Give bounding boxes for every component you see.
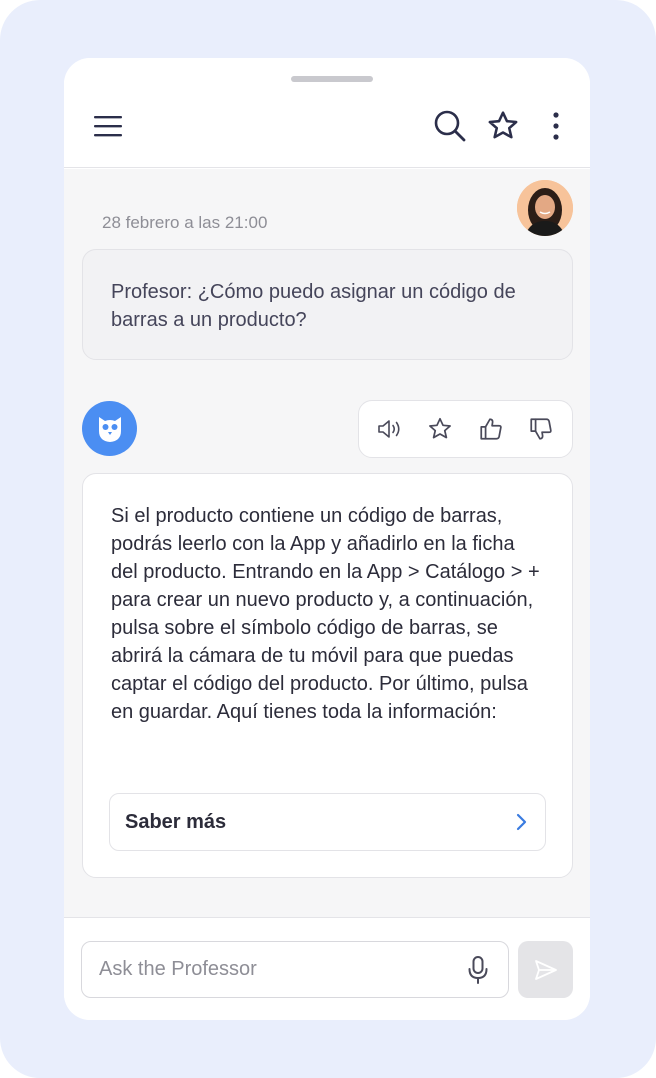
chat-area[interactable]: 28 febrero a las 21:00 Profesor: ¿Cómo p… (64, 169, 590, 917)
chevron-right-icon (516, 813, 527, 831)
favorite-button[interactable] (483, 106, 523, 146)
composer-bar (64, 917, 590, 1020)
owl-icon (98, 416, 121, 442)
search-button[interactable] (430, 106, 470, 146)
star-icon (488, 111, 518, 139)
menu-button[interactable] (90, 108, 126, 144)
read-aloud-button[interactable] (370, 409, 410, 449)
send-icon (534, 959, 557, 980)
speaker-icon (378, 420, 400, 438)
search-icon (434, 110, 466, 142)
save-answer-button[interactable] (420, 409, 460, 449)
microphone-icon (468, 956, 488, 984)
thumbs-up-icon (480, 418, 502, 440)
page-background: 28 febrero a las 21:00 Profesor: ¿Cómo p… (0, 0, 656, 1078)
phone-frame: 28 febrero a las 21:00 Profesor: ¿Cómo p… (64, 58, 590, 1020)
professor-message-bubble: Si el producto contiene un código de bar… (82, 473, 573, 878)
vertical-dots-icon (553, 112, 559, 140)
more-options-button[interactable] (538, 106, 574, 146)
dislike-button[interactable] (521, 409, 561, 449)
hamburger-menu-icon (94, 116, 122, 137)
message-timestamp: 28 febrero a las 21:00 (102, 213, 268, 232)
learn-more-link[interactable]: Saber más (109, 793, 546, 851)
user-message-bubble: Profesor: ¿Cómo puedo asignar un código … (82, 249, 573, 360)
user-message-text: Profesor: ¿Cómo puedo asignar un código … (111, 281, 516, 331)
message-actions (358, 400, 573, 458)
user-avatar (517, 180, 573, 236)
drag-handle[interactable] (291, 76, 373, 82)
voice-input-button[interactable] (464, 955, 492, 985)
professor-avatar (82, 401, 137, 456)
question-input[interactable] (82, 942, 452, 997)
learn-more-label: Saber más (125, 810, 227, 833)
professor-message-text: Si el producto contiene un código de bar… (111, 505, 540, 723)
question-input-wrapper (81, 941, 509, 998)
thumbs-down-icon (530, 418, 552, 440)
star-icon (429, 417, 452, 439)
send-button[interactable] (518, 941, 573, 998)
top-bar (64, 58, 590, 168)
like-button[interactable] (471, 409, 511, 449)
